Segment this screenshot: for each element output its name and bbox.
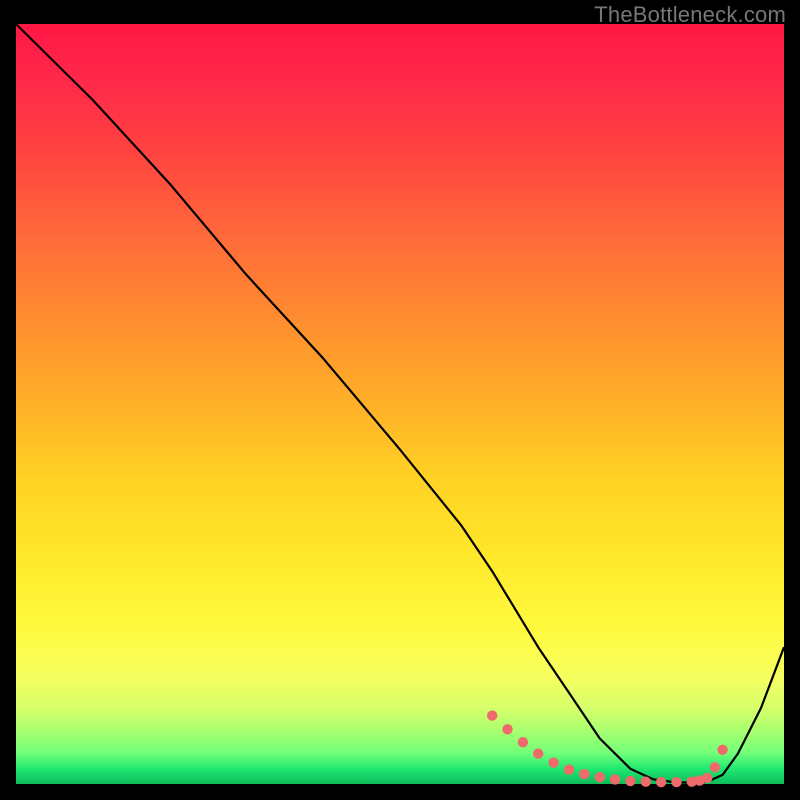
marker-dot: [533, 748, 543, 758]
chart-frame: TheBottleneck.com: [0, 0, 800, 800]
marker-dot: [610, 774, 620, 784]
marker-dot: [487, 710, 497, 720]
marker-dot: [702, 773, 712, 783]
marker-dot: [717, 745, 727, 755]
marker-dot: [671, 777, 681, 787]
chart-svg: [16, 24, 784, 784]
marker-dot: [710, 762, 720, 772]
plot-area: [16, 24, 784, 784]
marker-dot: [641, 777, 651, 787]
marker-dot: [564, 764, 574, 774]
marker-dot: [579, 769, 589, 779]
marker-dot: [502, 724, 512, 734]
curve-line: [16, 24, 784, 783]
marker-dot: [595, 772, 605, 782]
marker-dot: [518, 737, 528, 747]
marker-dot: [625, 776, 635, 786]
marker-dot: [656, 777, 666, 787]
marker-dot: [548, 758, 558, 768]
